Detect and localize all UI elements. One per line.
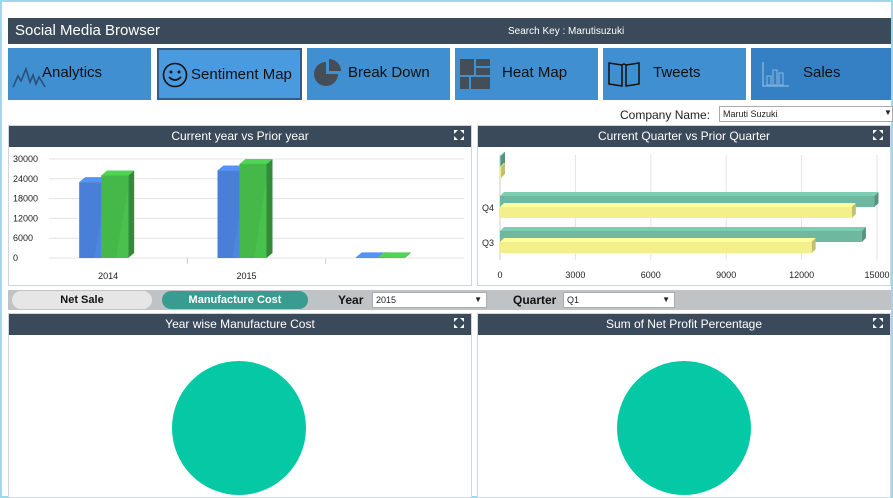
chevron-down-icon: ▼ [474, 295, 482, 304]
quarter-label: Quarter [513, 293, 557, 307]
x-tick-label: 9000 [716, 270, 736, 280]
x-tick-label: 12000 [789, 270, 814, 280]
expand-icon[interactable] [453, 317, 465, 329]
main-nav: Analytics Sentiment Map Break Down Heat … [8, 48, 891, 100]
nav-break-down-button[interactable]: Break Down [307, 48, 450, 100]
expand-icon[interactable] [453, 129, 465, 141]
bar-top [500, 238, 816, 242]
nav-tweets-button[interactable]: Tweets [603, 48, 746, 100]
y-tick-label: 24000 [13, 174, 38, 184]
year-select-value: 2015 [376, 295, 397, 305]
smiley-icon [162, 62, 188, 88]
chevron-down-icon: ▼ [662, 295, 670, 304]
quarter-bar-chart: 0 3000 6000 9000 12000 15000 Q4 Q3 [482, 152, 890, 280]
panel-net-profit-percentage: Sum of Net Profit Percentage [477, 313, 891, 498]
x-tick-label: 3000 [565, 270, 585, 280]
search-key-value: Marutisuzuki [568, 26, 625, 37]
nav-tweets-label: Tweets [653, 64, 701, 81]
y-tick-label: 12000 [13, 213, 38, 223]
pie-chart-icon [314, 59, 341, 86]
x-tick-label: 6000 [641, 270, 661, 280]
panel-current-vs-prior-year: Current year vs Prior year 0 6000 12000 180… [8, 125, 472, 286]
bar [500, 242, 812, 253]
y-tick-label: 0 [13, 253, 18, 263]
panel-year-wise-manufacture-cost: Year wise Manufacture Cost [8, 313, 472, 498]
panel-header: Current Quarter vs Prior Quarter [478, 126, 890, 147]
panel-title: Sum of Net Profit Percentage [605, 317, 763, 331]
app-header: Social Media Browser Search Key : Maruti… [8, 18, 891, 44]
y-tick-label: 18000 [13, 194, 38, 204]
bar-chart-icon [762, 62, 789, 87]
manufacture-cost-toggle[interactable]: Manufacture Cost [162, 291, 308, 309]
nav-sentiment-map-label: Sentiment Map [191, 66, 292, 83]
filter-bar: Net Sale Manufacture Cost Year 2015 ▼ Qu… [8, 290, 891, 310]
nav-analytics-label: Analytics [42, 64, 103, 81]
expand-icon[interactable] [872, 129, 884, 141]
x-tick-label: 15000 [864, 270, 889, 280]
panel-header: Current year vs Prior year [9, 126, 471, 147]
nav-sales-label: Sales [803, 64, 841, 81]
bar-side [266, 158, 273, 258]
bar [500, 156, 502, 167]
bar [500, 207, 852, 218]
expand-icon[interactable] [872, 317, 884, 329]
bar-top [500, 192, 879, 196]
app-title: Social Media Browser [15, 22, 161, 39]
panel-title: Current year vs Prior year [171, 129, 309, 143]
search-key-label: Search Key : [508, 26, 566, 37]
x-tick-label: 2015 [236, 271, 256, 281]
bar-top [500, 227, 866, 231]
y-tick-label: 30000 [13, 154, 38, 164]
nav-analytics-button[interactable]: Analytics [8, 48, 151, 100]
pie-slice [172, 361, 306, 495]
pie-slice [617, 361, 751, 495]
book-icon [608, 62, 640, 87]
y-tick-label: 6000 [13, 233, 33, 243]
nav-heat-map-label: Heat Map [502, 64, 568, 81]
search-key: Search Key : Marutisuzuki [508, 26, 624, 37]
net-sale-toggle[interactable]: Net Sale [12, 291, 152, 309]
nav-heat-map-button[interactable]: Heat Map [455, 48, 598, 100]
y-tick-label: Q4 [482, 203, 494, 213]
panel-title: Year wise Manufacture Cost [165, 317, 315, 331]
company-select[interactable]: Maruti Suzuki [719, 106, 893, 122]
panel-header: Year wise Manufacture Cost [9, 314, 471, 335]
chevron-down-icon: ▼ [884, 108, 892, 117]
year-label: Year [338, 293, 364, 307]
year-bar-chart: 0 6000 12000 18000 24000 30000 2014 2015 [13, 154, 464, 281]
bar [500, 167, 502, 178]
x-tick-label: 0 [497, 270, 502, 280]
quarter-select[interactable]: Q1 ▼ [563, 292, 675, 308]
panel-header: Sum of Net Profit Percentage [478, 314, 890, 335]
manufacture-cost-pie [172, 361, 306, 495]
bar-side [128, 170, 135, 258]
nav-break-down-label: Break Down [348, 64, 430, 81]
year-select[interactable]: 2015 ▼ [372, 292, 487, 308]
company-label: Company Name: [620, 108, 711, 122]
x-tick-label: 2014 [98, 271, 118, 281]
bar-top [500, 203, 856, 207]
net-profit-pie [617, 361, 751, 495]
nav-sales-button[interactable]: Sales [751, 48, 891, 100]
nav-sentiment-map-button[interactable]: Sentiment Map [157, 48, 302, 100]
analytics-icon [12, 66, 46, 88]
y-tick-label: Q3 [482, 238, 494, 248]
heat-map-icon [460, 59, 490, 89]
panel-title: Current Quarter vs Prior Quarter [597, 129, 771, 143]
quarter-select-value: Q1 [567, 295, 580, 305]
panel-current-vs-prior-quarter: Current Quarter vs Prior Quarter 0 3000 60… [477, 125, 891, 286]
company-select-value: Maruti Suzuki [723, 109, 778, 119]
